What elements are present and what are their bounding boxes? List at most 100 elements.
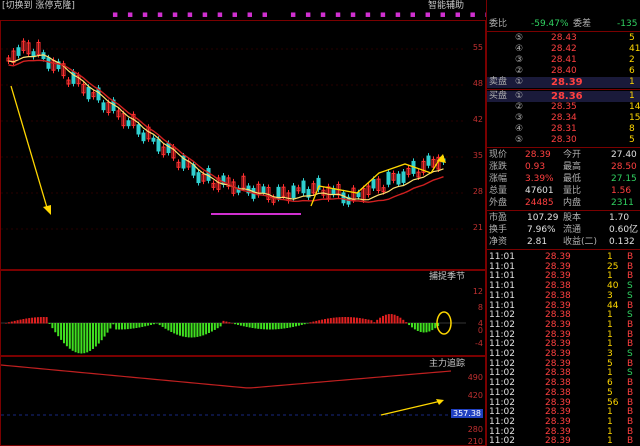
stat-label: 涨跌 [489, 162, 508, 172]
oscillator-bar [10, 321, 13, 324]
flow-axis-tick: 420 [467, 391, 483, 400]
oscillator-bar [283, 323, 286, 329]
oscillator-bar [141, 323, 144, 327]
candle-body [46, 57, 51, 69]
buy-price: 28.30 [551, 135, 577, 145]
tick-side: S [627, 310, 633, 321]
tick-price: 28.39 [545, 329, 571, 340]
stat-value: 28.50 [611, 162, 637, 172]
oscillator-bar [210, 323, 213, 332]
oscillator-bar [254, 323, 257, 329]
oscillator-bar [83, 323, 86, 354]
tick-volume: 1 [607, 252, 613, 262]
candle-body [341, 192, 346, 204]
buy-price: 28.36 [551, 91, 583, 102]
oscillator-bar [179, 323, 181, 336]
tick-volume: 44 [607, 300, 619, 311]
stat-value: 27.15 [611, 174, 637, 184]
osc-axis-tick: 0 [477, 326, 483, 335]
oscillator-bar [425, 323, 428, 333]
oscillator-bar [94, 323, 97, 347]
level-icon: ③ [515, 113, 524, 123]
tick-volume: 6 [607, 378, 613, 389]
oscillator-bar [42, 317, 45, 324]
buy-volume: 1 [629, 91, 635, 101]
stats-row: 涨幅 3.39% 最低 27.15 [487, 174, 640, 185]
candle-body [396, 173, 401, 185]
switch-mode-link[interactable]: [切换到 涨停克隆] [2, 1, 75, 11]
oscillator-bar [144, 323, 147, 327]
oscillator-bar [22, 319, 25, 324]
candle-body [371, 179, 376, 189]
tick-price: 28.38 [545, 310, 571, 321]
sell-price: 28.39 [551, 77, 583, 88]
tick-price: 28.38 [545, 281, 571, 292]
candle-body [136, 124, 141, 135]
tick-side: B [627, 407, 634, 418]
oscillator-bar [419, 323, 422, 333]
candle-body [196, 172, 201, 184]
candle-body [126, 120, 131, 127]
tick-price: 28.39 [545, 397, 571, 408]
oscillator-bar [413, 323, 416, 330]
chart-area[interactable]: [切换到 涨停克隆] 智能辅助 ▪ ▪ ▪ ▪ ▪ ▪ ▪ ▪ ▪ ▪ ▪ ▪ … [0, 0, 506, 446]
tick-time: 11:02 [489, 416, 515, 427]
oscillator-bar [106, 323, 109, 333]
tick-row: 11:01 28.39 1 B [487, 271, 640, 281]
sell-volume: 41 [629, 44, 640, 54]
stat-value: 24485 [525, 198, 554, 208]
tick-row: 11:02 28.39 56 B [487, 398, 640, 408]
oscillator-bar [242, 323, 245, 327]
weicha-label: 委差 [573, 19, 592, 29]
buy-volume: 15 [629, 113, 640, 123]
oscillator-bar [399, 317, 402, 324]
buy-volume: 8 [629, 124, 635, 134]
sell-tag-label: 卖盘 [489, 77, 508, 87]
tick-side: B [627, 261, 634, 272]
oscillator-bar [121, 323, 123, 330]
oscillator-bar [161, 323, 164, 327]
candlestick-panel[interactable]: 55 48 42 35 28 21 [0, 20, 486, 270]
tick-side: S [627, 349, 633, 359]
oscillator-bar [219, 323, 222, 327]
buy-price: 28.31 [551, 124, 577, 134]
candle-body [301, 180, 306, 194]
buy-price: 28.34 [551, 113, 577, 123]
tick-price: 28.38 [545, 290, 571, 301]
oscillator-bar [19, 319, 22, 324]
oscillator-bar [341, 317, 344, 324]
tick-volume: 1 [607, 329, 613, 340]
oscillator-bar [74, 323, 77, 353]
buy-order-row: ② 28.35 14 [487, 102, 640, 113]
buy-volume: 14 [629, 102, 640, 112]
candle-body [166, 142, 171, 154]
tick-volume: 1 [607, 407, 613, 418]
stat-label: 总量 [489, 186, 508, 196]
oscillator-bar [54, 323, 57, 333]
tick-volume: 1 [607, 319, 613, 330]
level-icon: ⑤ [515, 33, 524, 43]
tick-side: B [627, 397, 634, 408]
price-axis-tick: 55 [472, 43, 483, 52]
oscillator-bar [71, 323, 74, 351]
flow-line [1, 364, 452, 389]
level-icon: ② [515, 102, 524, 112]
signal-markers-top-2: ▪ ▪ ▪ ▪ ▪ ▪ ▪ ▪ ▪ ▪ ▪ ▪ ▪ ▪ ▪ [290, 10, 509, 20]
stats-row: 总量 47601 量比 1.56 [487, 186, 640, 197]
divider [487, 249, 640, 250]
oscillator-bar [118, 323, 121, 330]
tick-volume: 25 [607, 261, 619, 272]
oscillator-bar [36, 317, 39, 324]
oscillator-bar [271, 323, 274, 330]
oscillator-panel[interactable]: 捕捉季节 12 8 4 0 -4 [0, 270, 486, 356]
tick-time: 11:02 [489, 407, 515, 418]
fundamental-value: 107.29 [527, 213, 559, 223]
tick-side: B [627, 319, 634, 330]
oscillator-bar [280, 323, 283, 329]
flow-panel[interactable]: 主力追踪 490 420 357.38 280 210 [0, 356, 486, 446]
oscillator-bar [103, 323, 106, 337]
oscillator-bar [225, 321, 228, 324]
oscillator-bar [135, 323, 138, 328]
sell-volume: 2 [629, 55, 635, 65]
oscillator-bar [416, 323, 419, 331]
